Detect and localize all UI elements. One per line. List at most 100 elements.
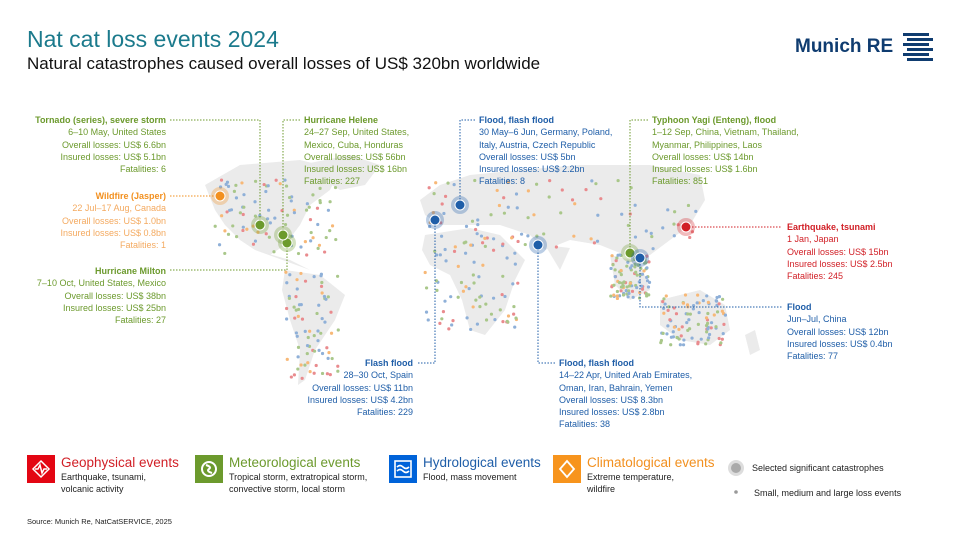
loss-event-dot [290, 375, 293, 378]
loss-event-dot [682, 343, 685, 346]
loss-event-dot [634, 271, 637, 274]
callout-line: Insured losses: US$ 2.5bn [787, 258, 893, 270]
loss-event-dot [645, 266, 648, 269]
loss-event-dot [235, 235, 238, 238]
loss-event-dot [453, 250, 456, 253]
callout-milton: Hurricane Milton 7–10 Oct, United States… [37, 265, 166, 326]
loss-event-dot [622, 280, 625, 283]
loss-event-dot [306, 344, 309, 347]
loss-event-dot [501, 275, 504, 278]
loss-event-dot [698, 311, 701, 314]
loss-event-dot [254, 240, 257, 243]
diamond-icon [553, 455, 581, 483]
loss-event-dot [484, 245, 487, 248]
loss-event-dot [715, 299, 718, 302]
loss-event-dot [305, 253, 308, 256]
loss-event-dot [317, 304, 320, 307]
loss-event-dot [425, 286, 428, 289]
loss-event-dot [465, 225, 468, 228]
loss-event-dot [672, 222, 675, 225]
loss-event-dot [284, 271, 287, 274]
loss-event-dot [526, 216, 529, 219]
loss-event-dot [299, 245, 302, 248]
loss-event-dot [498, 204, 501, 207]
loss-event-dot [548, 195, 551, 198]
callout-line: Insured losses: US$ 16bn [304, 163, 409, 175]
loss-event-dot [661, 226, 664, 229]
loss-event-dot [481, 264, 484, 267]
callout-line: Mexico, Cuba, Honduras [304, 139, 409, 151]
loss-event-dot [427, 318, 430, 321]
loss-event-dot [296, 355, 299, 358]
callout-line: 22 Jul–17 Aug, Canada [60, 202, 166, 214]
loss-event-dot [473, 179, 476, 182]
loss-event-dot [472, 273, 475, 276]
loss-event-dot [323, 295, 326, 298]
legend-meteorological: Meteorological events Tropical storm, ex… [195, 455, 367, 495]
loss-event-dot [524, 243, 527, 246]
loss-event-dot [472, 261, 475, 264]
loss-event-dot [293, 306, 296, 309]
loss-event-dot [692, 307, 695, 310]
loss-event-dot [304, 240, 307, 243]
loss-event-dot [614, 268, 617, 271]
loss-event-dot [688, 327, 691, 330]
callout-line: Insured losses: US$ 0.4bn [787, 338, 893, 350]
loss-event-dot [501, 242, 504, 245]
loss-event-dot [506, 320, 509, 323]
loss-event-dot [438, 322, 441, 325]
swirl-icon [195, 455, 223, 483]
callout-line: Overall losses: US$ 5bn [479, 151, 612, 163]
loss-event-dot [672, 335, 675, 338]
loss-event-dot [295, 278, 298, 281]
loss-event-dot [446, 182, 449, 185]
marker-china-flood [635, 253, 645, 263]
marker-wildfire [215, 191, 225, 201]
loss-event-dot [513, 325, 516, 328]
loss-event-dot [708, 333, 711, 336]
loss-event-dot [293, 373, 296, 376]
loss-event-dot [424, 271, 427, 274]
loss-event-dot [443, 300, 446, 303]
loss-event-dot [625, 265, 628, 268]
loss-event-dot [433, 192, 436, 195]
loss-event-dot [520, 233, 523, 236]
loss-event-dot [685, 321, 688, 324]
callout-line: Fatalities: 8 [479, 175, 612, 187]
loss-event-dot [629, 282, 632, 285]
loss-event-dot [469, 328, 472, 331]
loss-event-dot [285, 307, 288, 310]
loss-event-dot [526, 234, 529, 237]
loss-event-dot [319, 274, 322, 277]
callout-line: Fatalities: 851 [652, 175, 799, 187]
legend-hydrological: Hydrological events Flood, mass movement [389, 455, 541, 484]
callout-typhoon-yagi: Typhoon Yagi (Enteng), flood 1–12 Sep, C… [652, 114, 799, 188]
loss-event-dot [320, 281, 323, 284]
callout-line: Overall losses: US$ 1.0bn [60, 215, 166, 227]
loss-event-dot [609, 267, 612, 270]
loss-event-dot [690, 337, 693, 340]
loss-event-dot [675, 336, 678, 339]
loss-event-dot [295, 331, 298, 334]
loss-event-dot [572, 235, 575, 238]
legend-desc: Extreme temperature, [587, 472, 715, 484]
loss-event-dot [634, 204, 637, 207]
loss-event-dot [465, 316, 468, 319]
loss-event-dot [612, 294, 615, 297]
callout-china-flood: Flood Jun–Jul, China Overall losses: US$… [787, 301, 893, 362]
callout-line: Overall losses: US$ 56bn [304, 151, 409, 163]
loss-event-dot [317, 349, 320, 352]
callout-line: 28–30 Oct, Spain [307, 369, 413, 381]
loss-event-dot [321, 317, 324, 320]
callout-line: 24–27 Sep, United States, [304, 126, 409, 138]
legend-title: Meteorological events [229, 455, 367, 470]
loss-event-dot [627, 292, 630, 295]
loss-event-dot [501, 320, 504, 323]
loss-event-dot [621, 285, 624, 288]
loss-event-dot [301, 318, 304, 321]
loss-event-dot [462, 290, 465, 293]
loss-event-dot [288, 273, 291, 276]
loss-event-dot [593, 241, 596, 244]
loss-event-dot [513, 252, 516, 255]
loss-event-dot [559, 211, 562, 214]
